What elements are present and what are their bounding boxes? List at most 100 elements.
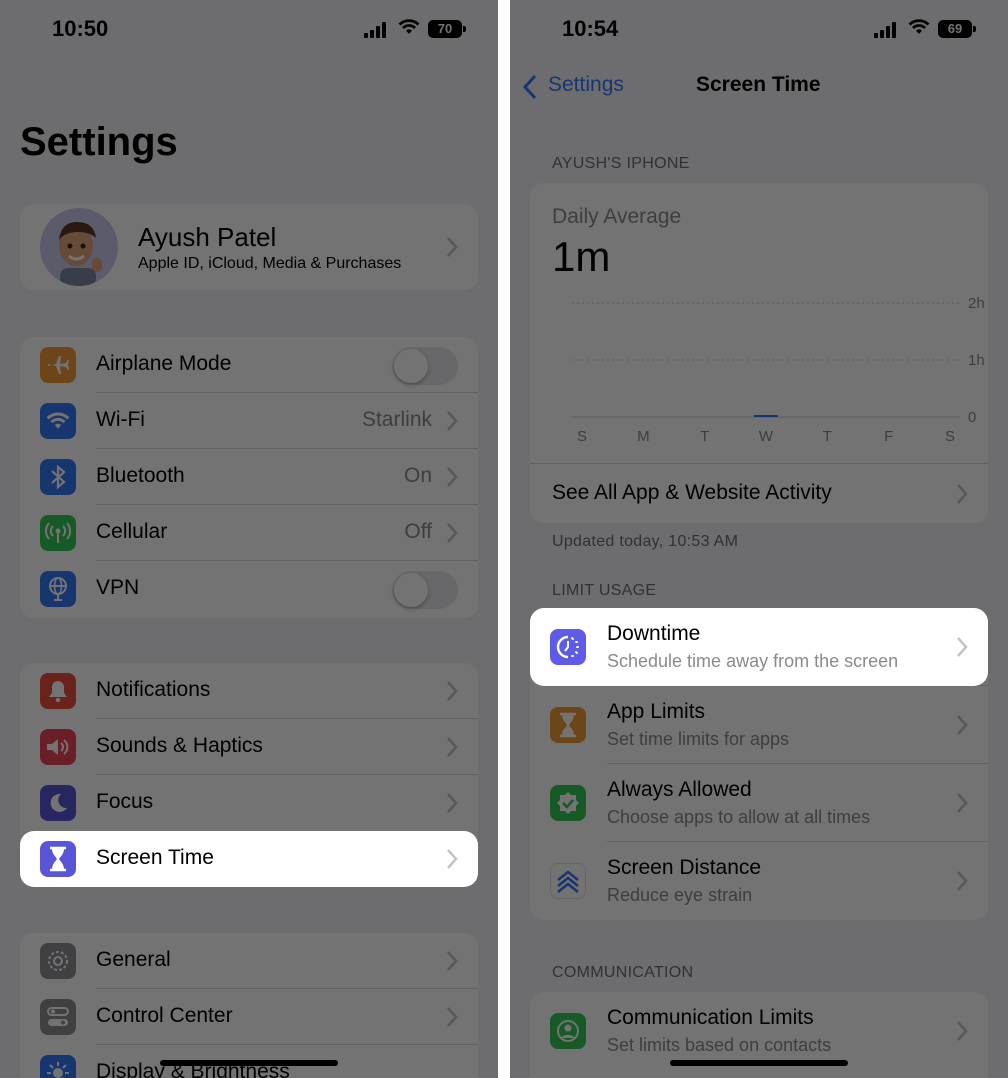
control-center-row[interactable]: Control Center	[20, 989, 478, 1045]
chevron-right-icon	[957, 793, 968, 813]
screen-distance-label: Screen Distance	[607, 856, 762, 879]
updated-text: Updated today, 10:53 AM	[552, 533, 739, 550]
screen-time-row[interactable]: Screen Time	[20, 831, 478, 887]
general-label: General	[96, 948, 171, 971]
downtime-label: Downtime	[607, 622, 701, 645]
chart-bar[interactable]	[754, 415, 778, 417]
always-allowed-subtitle: Choose apps to allow at all times	[607, 807, 871, 827]
airplane-mode-label: Airplane Mode	[96, 352, 232, 375]
status-bar: 10:50 70	[0, 0, 498, 60]
communication-header: COMMUNICATION	[552, 964, 694, 981]
speaker-icon	[40, 729, 76, 765]
avatar	[40, 208, 118, 286]
battery-icon: 70	[428, 20, 466, 38]
chevron-right-icon	[447, 237, 458, 257]
airplane-icon	[40, 347, 76, 383]
always-allowed-row[interactable]: Always Allowed Choose apps to allow at a…	[530, 764, 988, 842]
vpn-toggle[interactable]	[392, 571, 458, 609]
general-group: General Control Center Display & Brightn…	[20, 933, 478, 1078]
nav-title: Screen Time	[696, 73, 821, 96]
chart-y-tick-label: 2h	[968, 295, 985, 312]
app-limits-subtitle: Set time limits for apps	[607, 729, 790, 749]
screen-distance-row[interactable]: Screen Distance Reduce eye strain	[530, 842, 988, 920]
daily-average-value: 1m	[552, 233, 611, 280]
wifi-value: Starlink	[361, 408, 432, 431]
chevron-right-icon	[447, 681, 458, 701]
chevron-right-icon	[447, 523, 458, 543]
chart-y-tick-label: 0	[968, 409, 976, 426]
screen-time-label: Screen Time	[96, 846, 214, 869]
hourglass-icon	[550, 707, 586, 743]
chevron-right-icon	[957, 637, 968, 657]
screen-time-screen: 10:54 69 Settings Screen Time AYUSH'S IP…	[510, 0, 1008, 1078]
chevron-right-icon	[447, 849, 458, 869]
antenna-icon	[40, 515, 76, 551]
nav-bar: Settings Screen Time	[510, 64, 1008, 108]
wifi-row[interactable]: Wi-Fi Starlink	[20, 393, 478, 449]
airplane-mode-toggle[interactable]	[392, 347, 458, 385]
daily-average-label: Daily Average	[552, 205, 682, 228]
sun-icon	[40, 1055, 76, 1078]
app-limits-label: App Limits	[607, 700, 706, 723]
battery-icon: 69	[938, 20, 976, 38]
profile-name: Ayush Patel	[138, 222, 277, 252]
chevron-right-icon	[447, 1007, 458, 1027]
chevron-right-icon	[957, 871, 968, 891]
cellular-label: Cellular	[96, 520, 168, 543]
status-time: 10:50	[52, 16, 109, 41]
notifications-row[interactable]: Notifications	[20, 663, 478, 719]
airplane-mode-row[interactable]: Airplane Mode	[20, 337, 478, 393]
sounds-haptics-row[interactable]: Sounds & Haptics	[20, 719, 478, 775]
see-all-activity-label: See All App & Website Activity	[552, 481, 832, 504]
vpn-label: VPN	[96, 576, 140, 599]
chevron-right-icon	[957, 715, 968, 735]
chart-x-tick-label: T	[823, 428, 832, 445]
page-title: Settings	[20, 120, 178, 164]
downtime-row[interactable]: Downtime Schedule time away from the scr…	[530, 608, 988, 686]
checkmark-badge-icon	[550, 785, 586, 821]
chevron-right-icon	[957, 1021, 968, 1041]
usage-chart[interactable]: 2h1h0S M T W T F S	[530, 283, 988, 453]
back-label: Settings	[548, 73, 624, 96]
bluetooth-label: Bluetooth	[96, 464, 185, 487]
communication-limits-label: Communication Limits	[607, 1006, 814, 1029]
app-limits-row[interactable]: App Limits Set time limits for apps	[530, 686, 988, 764]
chevron-left-icon	[522, 74, 537, 100]
always-allowed-label: Always Allowed	[607, 778, 752, 801]
chevron-right-icon	[957, 484, 968, 504]
notifications-label: Notifications	[96, 678, 211, 701]
communication-limits-subtitle: Set limits based on contacts	[607, 1035, 832, 1055]
profile-subtitle: Apple ID, iCloud, Media & Purchases	[138, 255, 402, 272]
status-bar: 10:54 69	[510, 0, 1008, 60]
downtime-subtitle: Schedule time away from the screen	[607, 651, 899, 671]
chevron-right-icon	[447, 411, 458, 431]
chevron-right-icon	[447, 951, 458, 971]
focus-row[interactable]: Focus	[20, 775, 478, 831]
chart-x-tick-label: S	[577, 428, 587, 445]
chart-x-tick-label: F	[884, 428, 893, 445]
see-all-activity-row[interactable]: See All App & Website Activity	[530, 464, 988, 523]
bell-icon	[40, 673, 76, 709]
bluetooth-icon	[40, 459, 76, 495]
general-row[interactable]: General	[20, 933, 478, 989]
cellular-value: Off	[404, 520, 432, 543]
hourglass-icon	[40, 841, 76, 877]
chart-y-tick-label: 1h	[968, 352, 985, 369]
chart-x-tick-label: S	[945, 428, 955, 445]
cellular-signal-icon	[874, 22, 900, 38]
vpn-row[interactable]: VPN	[20, 561, 478, 617]
home-indicator[interactable]	[670, 1060, 848, 1066]
bluetooth-row[interactable]: Bluetooth On	[20, 449, 478, 505]
screen-distance-subtitle: Reduce eye strain	[607, 885, 753, 905]
focus-label: Focus	[96, 790, 154, 813]
communication-limits-row[interactable]: Communication Limits Set limits based on…	[530, 992, 988, 1070]
home-indicator[interactable]	[160, 1060, 338, 1066]
wifi-icon	[40, 403, 76, 439]
device-header: AYUSH'S IPHONE	[552, 155, 690, 172]
cellular-row[interactable]: Cellular Off	[20, 505, 478, 561]
apple-id-row[interactable]: Ayush Patel Apple ID, iCloud, Media & Pu…	[20, 204, 478, 290]
chevron-right-icon	[447, 737, 458, 757]
wifi-status-icon	[398, 19, 420, 34]
chart-x-tick-label: W	[759, 428, 774, 445]
status-time: 10:54	[562, 16, 619, 41]
